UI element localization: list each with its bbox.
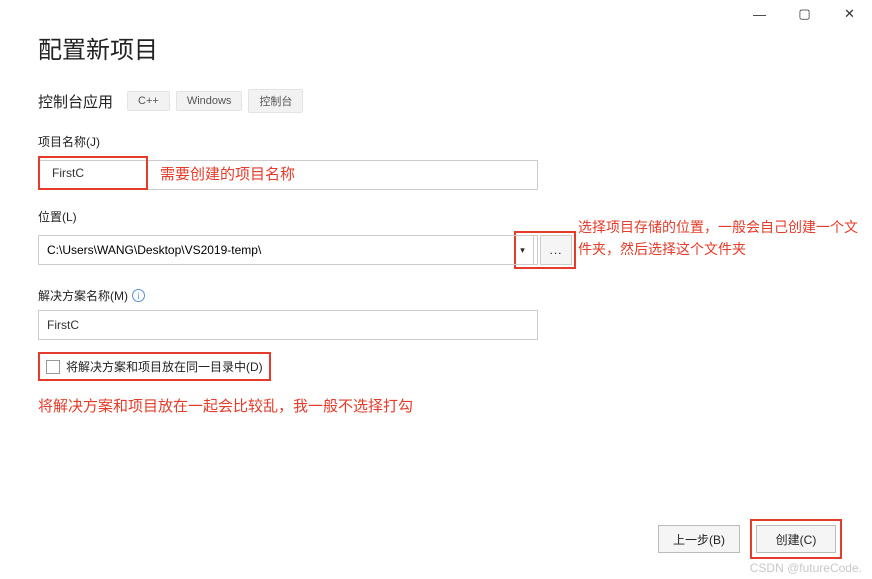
same-directory-label: 将解决方案和项目放在同一目录中(D) bbox=[66, 358, 263, 375]
subtitle-row: 控制台应用 C++ Windows 控制台 bbox=[38, 89, 834, 113]
project-name-label: 项目名称(J) bbox=[38, 133, 834, 150]
page-title: 配置新项目 bbox=[38, 30, 834, 65]
browse-button[interactable]: ... bbox=[540, 235, 572, 265]
back-button[interactable]: 上一步(B) bbox=[658, 525, 740, 553]
info-icon[interactable]: i bbox=[132, 289, 145, 302]
minimize-button[interactable]: — bbox=[737, 0, 782, 28]
footer: 上一步(B) 创建(C) bbox=[658, 519, 842, 559]
main-content: 配置新项目 控制台应用 C++ Windows 控制台 项目名称(J) 需要创建… bbox=[0, 0, 872, 416]
checkbox-row: 将解决方案和项目放在同一目录中(D) bbox=[38, 352, 834, 381]
tag-console: 控制台 bbox=[248, 89, 303, 113]
app-type-label: 控制台应用 bbox=[38, 91, 113, 112]
location-controls-highlight: ▾ ... bbox=[514, 231, 576, 269]
tag-cpp: C++ bbox=[127, 91, 170, 111]
maximize-button[interactable]: ▢ bbox=[782, 0, 827, 28]
project-name-annotation: 需要创建的项目名称 bbox=[160, 163, 295, 184]
solution-row: 解决方案名称(M) i bbox=[38, 287, 834, 340]
titlebar: — ▢ ✕ bbox=[737, 0, 872, 28]
location-dropdown-button[interactable]: ▾ bbox=[512, 235, 534, 265]
watermark: CSDN @futureCode. bbox=[750, 561, 862, 575]
location-annotation: 选择项目存储的位置，一般会自己创建一个文件夹，然后选择这个文件夹 bbox=[578, 216, 868, 261]
tag-windows: Windows bbox=[176, 91, 243, 111]
checkbox-annotation: 将解决方案和项目放在一起会比较乱，我一般不选择打勾 bbox=[38, 395, 834, 416]
project-name-row: 需要创建的项目名称 bbox=[38, 156, 834, 190]
checkbox-highlight: 将解决方案和项目放在同一目录中(D) bbox=[38, 352, 271, 381]
location-input[interactable] bbox=[38, 235, 538, 265]
create-button[interactable]: 创建(C) bbox=[756, 525, 836, 553]
solution-name-label: 解决方案名称(M) i bbox=[38, 287, 834, 304]
same-directory-checkbox[interactable] bbox=[46, 360, 60, 374]
project-name-highlight bbox=[38, 156, 148, 190]
project-name-input[interactable] bbox=[44, 161, 142, 185]
solution-name-input[interactable] bbox=[38, 310, 538, 340]
close-button[interactable]: ✕ bbox=[827, 0, 872, 28]
create-button-highlight: 创建(C) bbox=[750, 519, 842, 559]
